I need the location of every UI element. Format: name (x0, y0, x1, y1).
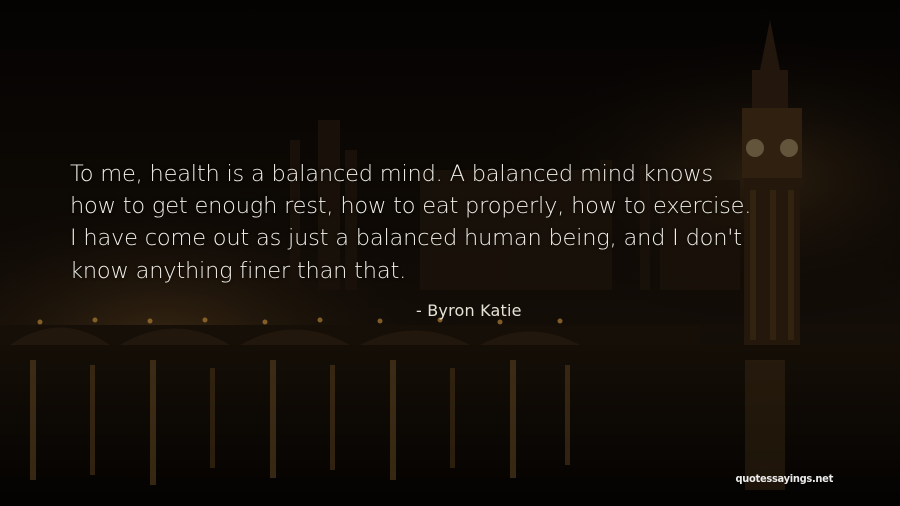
quote-text: To me, health is a balanced mind. A bala… (70, 158, 860, 287)
quote-author: - Byron Katie (416, 301, 522, 320)
quote-line: how to get enough rest, how to eat prope… (70, 193, 752, 220)
quote-image: To me, health is a balanced mind. A bala… (0, 0, 900, 506)
site-watermark: quotessayings.net (735, 472, 833, 485)
quote-line: know anything finer than that. (70, 257, 407, 284)
quote-line: To me, health is a balanced mind. A bala… (70, 161, 713, 187)
quote-line: I have come out as just a balanced human… (70, 225, 742, 252)
